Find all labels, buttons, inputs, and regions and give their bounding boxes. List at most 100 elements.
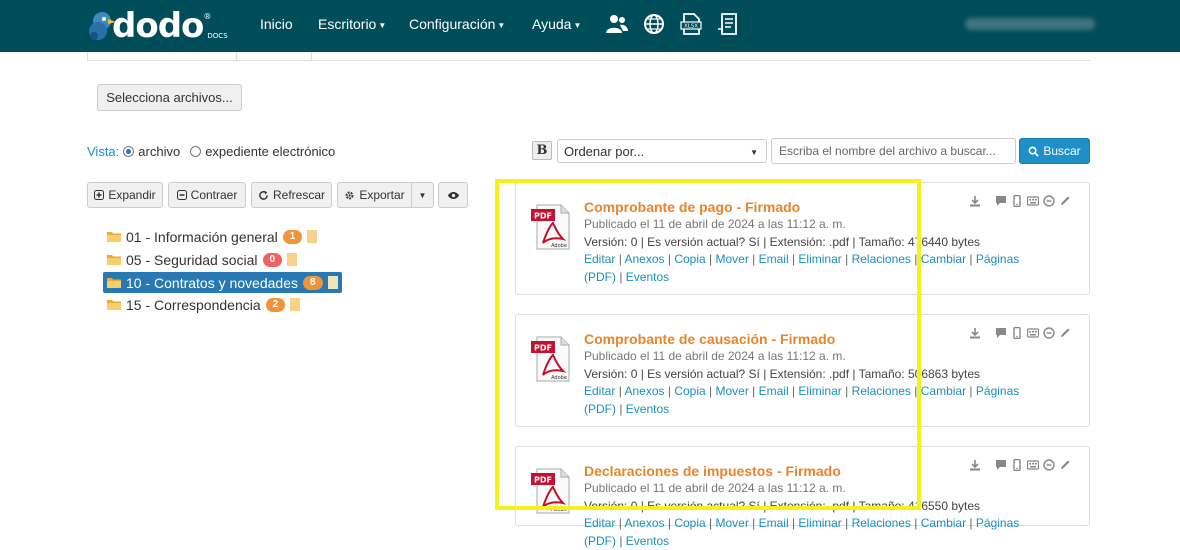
- comment-icon[interactable]: [995, 327, 1007, 339]
- toggle-preview-button[interactable]: [438, 182, 468, 208]
- file-action-link[interactable]: Eventos: [626, 534, 669, 548]
- tree-node[interactable]: 05 - Seguridad social 0: [103, 249, 301, 270]
- file-action-link[interactable]: Editar: [584, 516, 615, 530]
- refresh-button[interactable]: Refrescar: [251, 182, 332, 208]
- keyboard-icon[interactable]: [1027, 459, 1039, 471]
- file-action-link[interactable]: Eventos: [626, 402, 669, 416]
- file-action-link[interactable]: Cambiar: [921, 252, 966, 266]
- nav-configuracion[interactable]: Configuración ▼: [409, 16, 505, 32]
- file-title[interactable]: Comprobante de pago - Firmado: [584, 199, 800, 215]
- top-navbar: dodo ® DOCS Inicio Escritorio ▼ Configura…: [0, 0, 1180, 52]
- file-action-link[interactable]: Relaciones: [852, 384, 911, 398]
- pencil-icon[interactable]: [1059, 195, 1071, 207]
- report-file-icon[interactable]: [716, 12, 740, 36]
- collapse-icon: [176, 190, 187, 200]
- tab-left[interactable]: [87, 52, 237, 61]
- mobile-icon[interactable]: [1011, 327, 1023, 339]
- download-icon[interactable]: [969, 459, 981, 471]
- file-title[interactable]: Comprobante de causación - Firmado: [584, 331, 835, 347]
- pdf-label: PDF: [534, 344, 552, 353]
- file-action-link[interactable]: Copia: [674, 252, 705, 266]
- tree-node-label: 15 - Correspondencia: [126, 296, 261, 313]
- minus-circle-icon[interactable]: [1043, 195, 1055, 207]
- file-actions: Editar | Anexos | Copia | Mover | Email …: [584, 384, 1020, 416]
- file-icon: [290, 298, 301, 311]
- globe-icon[interactable]: [642, 12, 666, 36]
- file-action-link[interactable]: Copia: [674, 516, 705, 530]
- export-dropdown-button[interactable]: ▼: [411, 182, 434, 208]
- file-action-link[interactable]: Anexos: [624, 384, 664, 398]
- search-button[interactable]: Buscar: [1019, 138, 1090, 164]
- pdf-label: PDF: [534, 476, 552, 485]
- view-mode-selector: Vista: archivo expediente electrónico: [87, 144, 335, 159]
- radio-expediente[interactable]: [190, 146, 202, 157]
- keyboard-icon[interactable]: [1027, 327, 1039, 339]
- file-action-link[interactable]: Eliminar: [798, 252, 841, 266]
- file-action-link[interactable]: Mover: [715, 252, 748, 266]
- tree-node[interactable]: 01 - Información general 1: [103, 226, 321, 247]
- tab-divider: [311, 52, 312, 61]
- file-count-badge: 2: [265, 297, 286, 312]
- nav-escritorio[interactable]: Escritorio ▼: [318, 16, 386, 32]
- file-action-link[interactable]: Copia: [674, 384, 705, 398]
- radio-archivo[interactable]: [123, 146, 135, 157]
- caret-down-icon: ▼: [418, 190, 427, 200]
- file-action-link[interactable]: Editar: [584, 384, 615, 398]
- tree-node[interactable]: 10 - Contratos y novedades 8: [103, 272, 342, 293]
- search-icon: [1028, 146, 1040, 157]
- logo-registered: ®: [203, 12, 212, 21]
- file-action-link[interactable]: Editar: [584, 252, 615, 266]
- file-metadata: Versión: 0 | Es versión actual? Sí | Ext…: [584, 235, 981, 249]
- collapse-button[interactable]: Contraer: [168, 182, 246, 208]
- sort-by-select[interactable]: Ordenar por... ▼: [557, 139, 767, 163]
- caret-down-icon: ▼: [573, 20, 582, 30]
- file-quick-actions: [969, 327, 1071, 339]
- file-action-link[interactable]: Email: [759, 252, 789, 266]
- file-action-link[interactable]: Anexos: [624, 516, 664, 530]
- file-action-link[interactable]: Email: [759, 384, 789, 398]
- download-icon[interactable]: [969, 327, 981, 339]
- file-action-link[interactable]: Cambiar: [921, 516, 966, 530]
- minus-circle-icon[interactable]: [1043, 459, 1055, 471]
- mobile-icon[interactable]: [1011, 459, 1023, 471]
- minus-circle-icon[interactable]: [1043, 327, 1055, 339]
- tree-node[interactable]: 15 - Correspondencia 2: [103, 294, 304, 315]
- keyboard-icon[interactable]: [1027, 195, 1039, 207]
- file-action-link[interactable]: Mover: [715, 384, 748, 398]
- pencil-icon[interactable]: [1059, 459, 1071, 471]
- file-action-link[interactable]: Relaciones: [852, 252, 911, 266]
- nav-inicio[interactable]: Inicio: [260, 16, 293, 32]
- search-input[interactable]: Escriba el nombre del archivo a buscar..…: [771, 138, 1016, 164]
- nav-ayuda[interactable]: Ayuda ▼: [532, 16, 581, 32]
- user-menu[interactable]: [965, 18, 1095, 30]
- file-action-link[interactable]: Mover: [715, 516, 748, 530]
- eye-icon: [447, 191, 459, 199]
- xlsx-file-icon[interactable]: XLSX: [679, 12, 703, 36]
- file-action-link[interactable]: Cambiar: [921, 384, 966, 398]
- bold-toggle-button[interactable]: B: [532, 141, 552, 160]
- file-action-link[interactable]: Relaciones: [852, 516, 911, 530]
- expand-button[interactable]: Expandir: [87, 182, 163, 208]
- file-action-link[interactable]: Anexos: [624, 252, 664, 266]
- export-button[interactable]: Exportar: [337, 182, 412, 208]
- caret-down-icon: ▼: [497, 20, 506, 30]
- mobile-icon[interactable]: [1011, 195, 1023, 207]
- file-title[interactable]: Declaraciones de impuestos - Firmado: [584, 463, 841, 479]
- select-files-button[interactable]: Selecciona archivos...: [97, 84, 242, 111]
- download-icon[interactable]: [969, 195, 981, 207]
- file-action-link[interactable]: Email: [759, 516, 789, 530]
- dodo-logo[interactable]: dodo ® DOCS: [86, 6, 228, 46]
- file-card: PDF Adobe Comprobante de pago - Firmado Pub…: [515, 182, 1090, 295]
- users-icon[interactable]: [605, 12, 629, 36]
- file-action-link[interactable]: Eventos: [626, 270, 669, 284]
- comment-icon[interactable]: [995, 459, 1007, 471]
- svg-text:XLSX: XLSX: [684, 24, 698, 30]
- folder-icon: [107, 300, 121, 310]
- file-action-link[interactable]: Eliminar: [798, 384, 841, 398]
- file-action-link[interactable]: Eliminar: [798, 516, 841, 530]
- comment-icon[interactable]: [995, 195, 1007, 207]
- file-count-badge: 0: [262, 252, 283, 267]
- file-count-badge: 1: [282, 229, 303, 244]
- file-icon: [307, 230, 318, 243]
- pencil-icon[interactable]: [1059, 327, 1071, 339]
